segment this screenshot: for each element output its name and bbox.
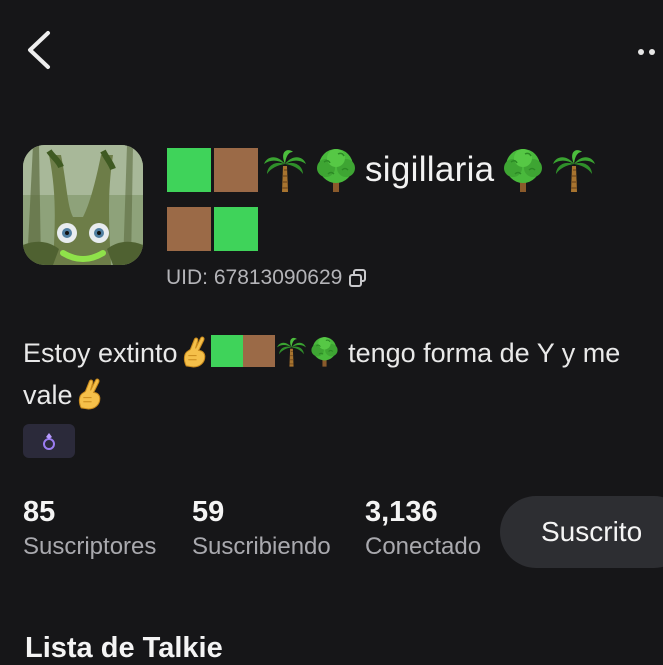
stat-subscribing-value: 59 — [192, 496, 225, 528]
stat-subscribing-label: Suscribiendo — [192, 533, 331, 560]
green-square-emoji — [210, 335, 243, 367]
copy-icon[interactable] — [348, 268, 368, 288]
profile-name-text: sigillaria — [365, 150, 495, 189]
back-chevron-icon[interactable] — [22, 30, 56, 70]
bio-text-middle: tengo forma de Y y me — [340, 338, 621, 368]
profile-avatar[interactable] — [23, 145, 143, 265]
stat-subscribers[interactable]: 85 Suscriptores — [23, 496, 156, 561]
uid-text: UID: 67813090629 — [166, 266, 343, 289]
deciduous-tree-emoji — [308, 335, 341, 368]
stat-subscribers-value: 85 — [23, 496, 56, 528]
crossed-fingers-emoji — [178, 335, 211, 368]
bio-text-end: vale — [23, 380, 73, 410]
profile-name: sigillaria — [167, 146, 598, 194]
green-square-emoji — [214, 207, 258, 251]
green-square-emoji — [167, 148, 211, 192]
palm-tree-emoji — [550, 146, 598, 194]
stat-subscribers-label: Suscriptores — [23, 533, 157, 560]
ring-badge-icon — [43, 433, 55, 450]
deciduous-tree-emoji — [312, 146, 360, 194]
stat-connected[interactable]: 3,136 Conectado — [365, 496, 481, 561]
profile-bio: Estoy extinto tengo forma de Y y me vale — [23, 332, 643, 416]
profile-badge[interactable] — [23, 424, 75, 458]
palm-tree-emoji — [261, 146, 309, 194]
user-id: UID: 67813090629 — [166, 266, 368, 290]
stat-connected-label: Conectado — [365, 533, 482, 560]
stat-connected-value: 3,136 — [365, 496, 438, 528]
brown-square-emoji — [214, 148, 258, 192]
deciduous-tree-emoji — [499, 146, 547, 194]
palm-tree-emoji — [275, 335, 308, 368]
brown-square-emoji — [167, 207, 211, 251]
more-options-icon[interactable] — [638, 40, 663, 56]
tree-creature-avatar-image — [23, 145, 143, 265]
bio-text-start: Estoy extinto — [23, 338, 178, 368]
profile-name-continued — [167, 205, 258, 253]
brown-square-emoji — [242, 335, 275, 367]
stat-subscribing[interactable]: 59 Suscribiendo — [192, 496, 331, 561]
crossed-fingers-emoji — [73, 377, 106, 410]
subscribed-button[interactable]: Suscrito — [500, 496, 663, 568]
section-title-talkie-list: Lista de Talkie — [25, 632, 223, 664]
